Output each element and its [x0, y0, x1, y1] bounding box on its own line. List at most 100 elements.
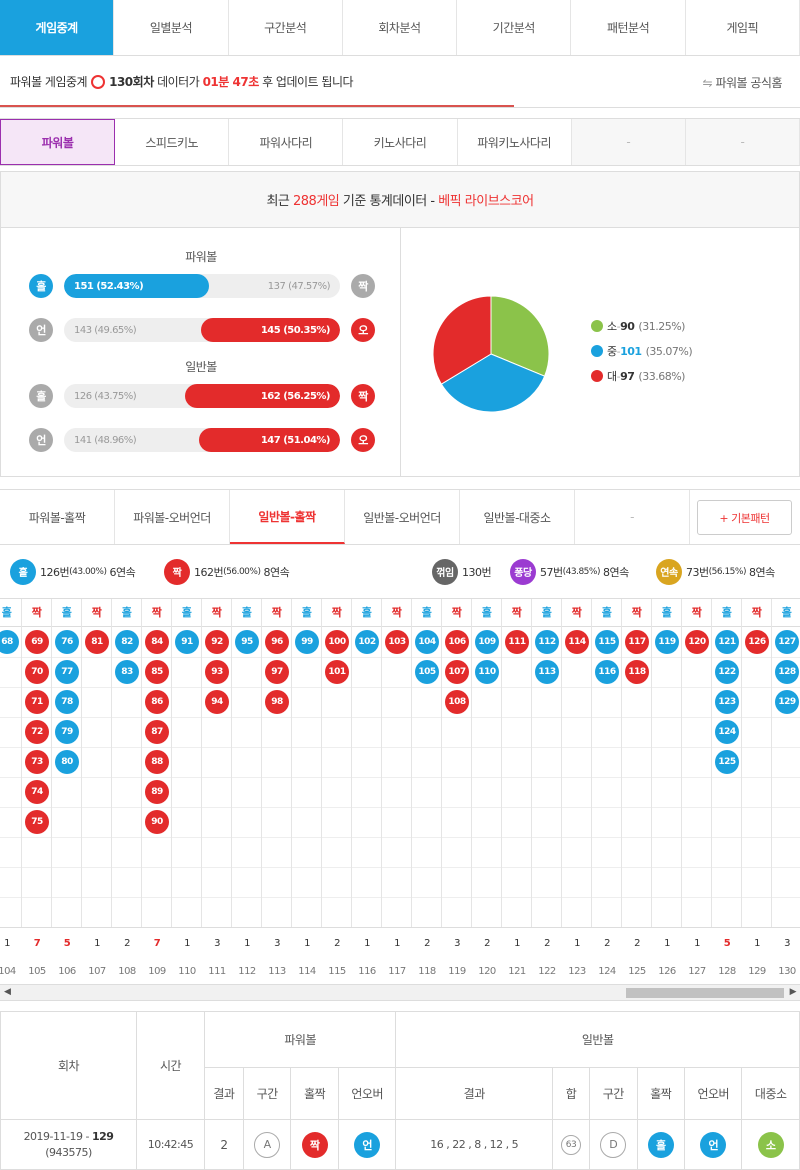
- grid-ball: 110: [475, 660, 499, 684]
- grid-ball: 109: [475, 630, 499, 654]
- stat-row-2: 홀 162 (56.25%) 126 (43.75%) 짝: [29, 382, 375, 410]
- grid-head-9: 짝: [262, 599, 291, 627]
- count-cell-7: 3: [214, 938, 220, 949]
- pattern-legend: 홀 126번 (43.00%) 6연속 짝 162번 (56.00%) 8연속 꺾임…: [0, 545, 800, 599]
- pattern-tab-4[interactable]: 일반볼-대중소: [460, 490, 575, 544]
- normalball-title: 일반볼: [185, 360, 217, 374]
- count-cell-25: 1: [754, 938, 760, 949]
- scroll-right-icon[interactable]: ▶: [790, 987, 797, 997]
- stats-bars: 파워볼 일반볼 홀 151 (52.43%) 137 (47.57%) 짝 언 145 (…: [1, 228, 401, 476]
- top-tab-1[interactable]: 일별분석: [114, 0, 229, 55]
- legend-odd: 홀 126번 (43.00%) 6연속: [10, 558, 136, 585]
- pie-legend-dot-1: [591, 345, 603, 357]
- game-tabs: 파워볼 스피드키노 파워사다리 키노사다리 파워키노사다리 - -: [0, 118, 800, 166]
- stat-row-0: 홀 151 (52.43%) 137 (47.57%) 짝: [29, 272, 375, 300]
- grid-head-14: 홀: [412, 599, 441, 627]
- game-tab-4[interactable]: 파워키노사다리: [458, 119, 572, 165]
- pattern-tab-0[interactable]: 파워볼-홀짝: [0, 490, 115, 544]
- stat-bar-fill-0: 151 (52.43%): [64, 274, 209, 298]
- result-round: 129: [91, 1129, 114, 1143]
- round-cell-11: 115: [328, 966, 346, 977]
- grid-ball: 129: [775, 690, 799, 714]
- th-time: 시간: [136, 1011, 205, 1120]
- grid-head-6: 홀: [172, 599, 201, 627]
- grid-head-17: 짝: [502, 599, 531, 627]
- stat-left-badge-0: 홀: [29, 274, 53, 298]
- round-cell-5: 109: [148, 966, 166, 977]
- p-uo-cell: 언: [337, 1119, 397, 1170]
- legend-broken: 꺾임 130번: [432, 558, 492, 585]
- legend-pong-pct: (43.85%): [562, 566, 601, 577]
- grid-head-20: 홀: [592, 599, 621, 627]
- stats-head-prefix: 최근: [266, 194, 290, 209]
- broken-icon: 꺾임: [432, 558, 458, 585]
- result-round-cell: 2019-11-19 - 129 (943575): [0, 1119, 137, 1170]
- round-cell-26: 130: [778, 966, 796, 977]
- grid-head-19: 짝: [562, 599, 591, 627]
- game-tab-1[interactable]: 스피드키노: [115, 119, 230, 165]
- top-tab-3[interactable]: 회차분석: [343, 0, 458, 55]
- top-tab-4[interactable]: 기간분석: [457, 0, 572, 55]
- grid-ball: 96: [265, 630, 289, 654]
- grid-head-3: 짝: [82, 599, 111, 627]
- game-tab-5[interactable]: -: [571, 119, 686, 165]
- pattern-tab-1[interactable]: 파워볼-오버언더: [115, 490, 230, 544]
- pattern-tabs: 파워볼-홀짝 파워볼-오버언더 일반볼-홀짝 일반볼-오버언더 일반볼-대중소 - + 기본…: [0, 489, 800, 545]
- grid-head-8: 홀: [232, 599, 261, 627]
- horizontal-scrollbar[interactable]: ◀ ▶: [0, 985, 800, 1001]
- scrollbar-thumb[interactable]: [626, 988, 784, 998]
- game-tab-0[interactable]: 파워볼: [0, 119, 116, 165]
- grid-ball: 72: [25, 720, 49, 744]
- pattern-tab-3[interactable]: 일반볼-오버언더: [345, 490, 460, 544]
- top-tab-6[interactable]: 게임픽: [686, 0, 800, 55]
- round-cell-20: 124: [598, 966, 616, 977]
- grid-ball: 120: [685, 630, 709, 654]
- th-sub-5: 합: [552, 1067, 590, 1120]
- scroll-left-icon[interactable]: ◀: [4, 987, 11, 997]
- round-cell-1: 105: [28, 966, 46, 977]
- grid-head-4: 홀: [112, 599, 141, 627]
- result-table: 회차 시간 파워볼 일반볼 결과 구간 홀짝 언오버 결과 합 구간 홀짝 언오버 대중소 201…: [0, 1011, 800, 1170]
- pie-legend-dot-0: [591, 320, 603, 332]
- legend-odd-count: 126번: [40, 565, 70, 579]
- pattern-tab-5[interactable]: -: [575, 490, 690, 544]
- pattern-grid: 홀 68 짝 69 70 71 72 73 74 75 홀 76 77 78 79 80 짝 81 홀 82 83 짝 84…: [0, 599, 800, 927]
- top-tab-0[interactable]: 게임중계: [0, 0, 115, 55]
- top-tab-5[interactable]: 패턴분석: [571, 0, 686, 55]
- add-pattern-button[interactable]: + 기본패턴: [697, 500, 792, 535]
- count-cell-26: 3: [784, 938, 790, 949]
- pattern-tab-2[interactable]: 일반볼-홀짝: [230, 490, 345, 544]
- count-cell-24: 5: [723, 938, 731, 949]
- game-tab-2[interactable]: 파워사다리: [229, 119, 344, 165]
- th-powerball: 파워볼: [203, 1011, 397, 1068]
- count-cell-2: 5: [63, 938, 71, 949]
- count-cell-1: 7: [33, 938, 41, 949]
- legend-pong-count: 57번: [540, 565, 563, 579]
- p-range: A: [254, 1131, 281, 1158]
- grid-head-21: 짝: [622, 599, 651, 627]
- legend-even-pct: (56.00%): [223, 566, 261, 577]
- count-cell-4: 2: [124, 938, 130, 949]
- top-tab-2[interactable]: 구간분석: [229, 0, 343, 55]
- grid-ball: 87: [145, 720, 169, 744]
- game-tab-6[interactable]: -: [685, 119, 800, 165]
- pie-legend-pct-0: (31.25%): [638, 319, 685, 333]
- live-info-bar: 파워볼 게임중계 130회차 데이터가 01분 47초 후 업데이트 됩니다 ⇋…: [0, 56, 800, 108]
- th-sub-3: 언오버: [337, 1067, 397, 1120]
- grid-ball: 94: [205, 690, 229, 714]
- legend-cont: 연속 73번 (56.15%) 8연속: [656, 558, 775, 585]
- pong-icon: 퐁당: [510, 558, 536, 585]
- result-time: 10:42:45: [136, 1119, 205, 1170]
- grid-head-1: 짝: [22, 599, 51, 627]
- grid-ball: 95: [235, 630, 259, 654]
- round-cell-24: 128: [718, 966, 736, 977]
- grid-head-5: 짝: [142, 599, 171, 627]
- stat-bar-fill-2: 162 (56.25%): [184, 384, 340, 408]
- n-result: 16 , 22 , 8 , 12 , 5: [395, 1119, 554, 1170]
- count-cell-20: 2: [604, 938, 610, 949]
- th-sub-1: 구간: [242, 1067, 292, 1120]
- game-tab-3[interactable]: 키노사다리: [343, 119, 458, 165]
- grid-head-24: 홀: [712, 599, 741, 627]
- th-sub-9: 대중소: [741, 1067, 800, 1120]
- official-home-link[interactable]: ⇋ 파워볼 공식홈: [703, 74, 783, 91]
